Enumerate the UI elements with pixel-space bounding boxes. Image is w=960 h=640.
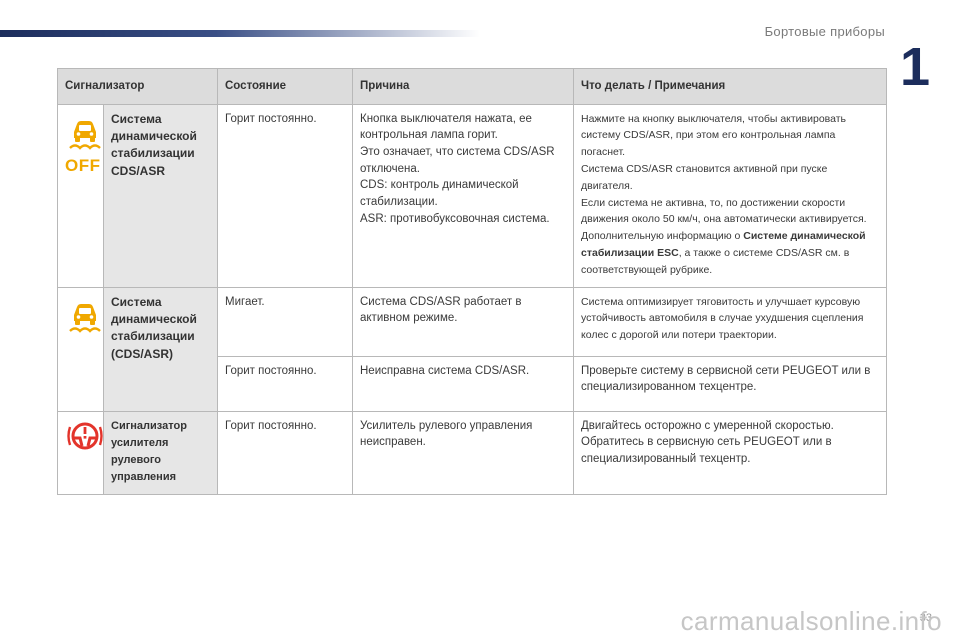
cause-text: Система CDS/ASR работает в активном режи… — [352, 286, 574, 357]
column-header-indicator: Сигнализатор — [57, 68, 218, 105]
state-text: Горит постоянно. — [217, 410, 353, 495]
icon-cell — [57, 286, 105, 412]
icon-cell — [57, 410, 105, 495]
table-row-cds-active: Система динамической стабилизации (CDS/A… — [57, 286, 887, 412]
indicator-name: Сигнализатор усилителя рулевого управлен… — [103, 410, 218, 495]
state-text: Горит постоянно. — [217, 355, 353, 412]
table-row-power-steering: Сигнализатор усилителя рулевого управлен… — [57, 410, 887, 495]
action-text: Проверьте систему в сервисной сети PEUGE… — [573, 355, 887, 412]
state-text: Мигает. — [217, 286, 353, 357]
table-header-row: Сигнализатор Состояние Причина Что делат… — [57, 68, 887, 105]
icon-cell: OFF — [57, 103, 105, 288]
indicator-name: Система динамической стабилизации CDS/AS… — [103, 103, 218, 288]
action-text-part1: Нажмите на кнопку выключателя, чтобы акт… — [581, 112, 867, 243]
action-text: Система оптимизирует тяговитость и улучш… — [573, 286, 887, 357]
cause-text: Кнопка выключателя нажата, ее контрольна… — [352, 103, 574, 288]
action-text: Двигайтесь осторожно с умеренной скорост… — [573, 410, 887, 495]
table-row-cds-off: OFF Система динамической стабилизации CD… — [57, 103, 887, 288]
column-header-cause: Причина — [352, 68, 574, 105]
esc-off-icon: OFF — [65, 111, 105, 179]
off-label: OFF — [65, 156, 101, 176]
section-title: Бортовые приборы — [764, 24, 885, 39]
state-text: Горит постоянно. — [217, 103, 353, 288]
column-header-state: Состояние — [217, 68, 353, 105]
chapter-number: 1 — [899, 37, 930, 97]
cause-text: Усилитель рулевого управления неисправен… — [352, 410, 574, 495]
esc-active-icon — [65, 294, 105, 340]
watermark: carmanualsonline.info — [680, 606, 942, 636]
header-bar — [0, 30, 480, 37]
indicator-name: Система динамической стабилизации (CDS/A… — [103, 286, 218, 412]
action-text: Нажмите на кнопку выключателя, чтобы акт… — [573, 103, 887, 288]
warning-lights-table: Сигнализатор Состояние Причина Что делат… — [57, 68, 887, 495]
column-header-action: Что делать / Примечания — [573, 68, 887, 105]
power-steering-warning-icon — [65, 418, 105, 460]
cause-text: Неисправна система CDS/ASR. — [352, 355, 574, 412]
